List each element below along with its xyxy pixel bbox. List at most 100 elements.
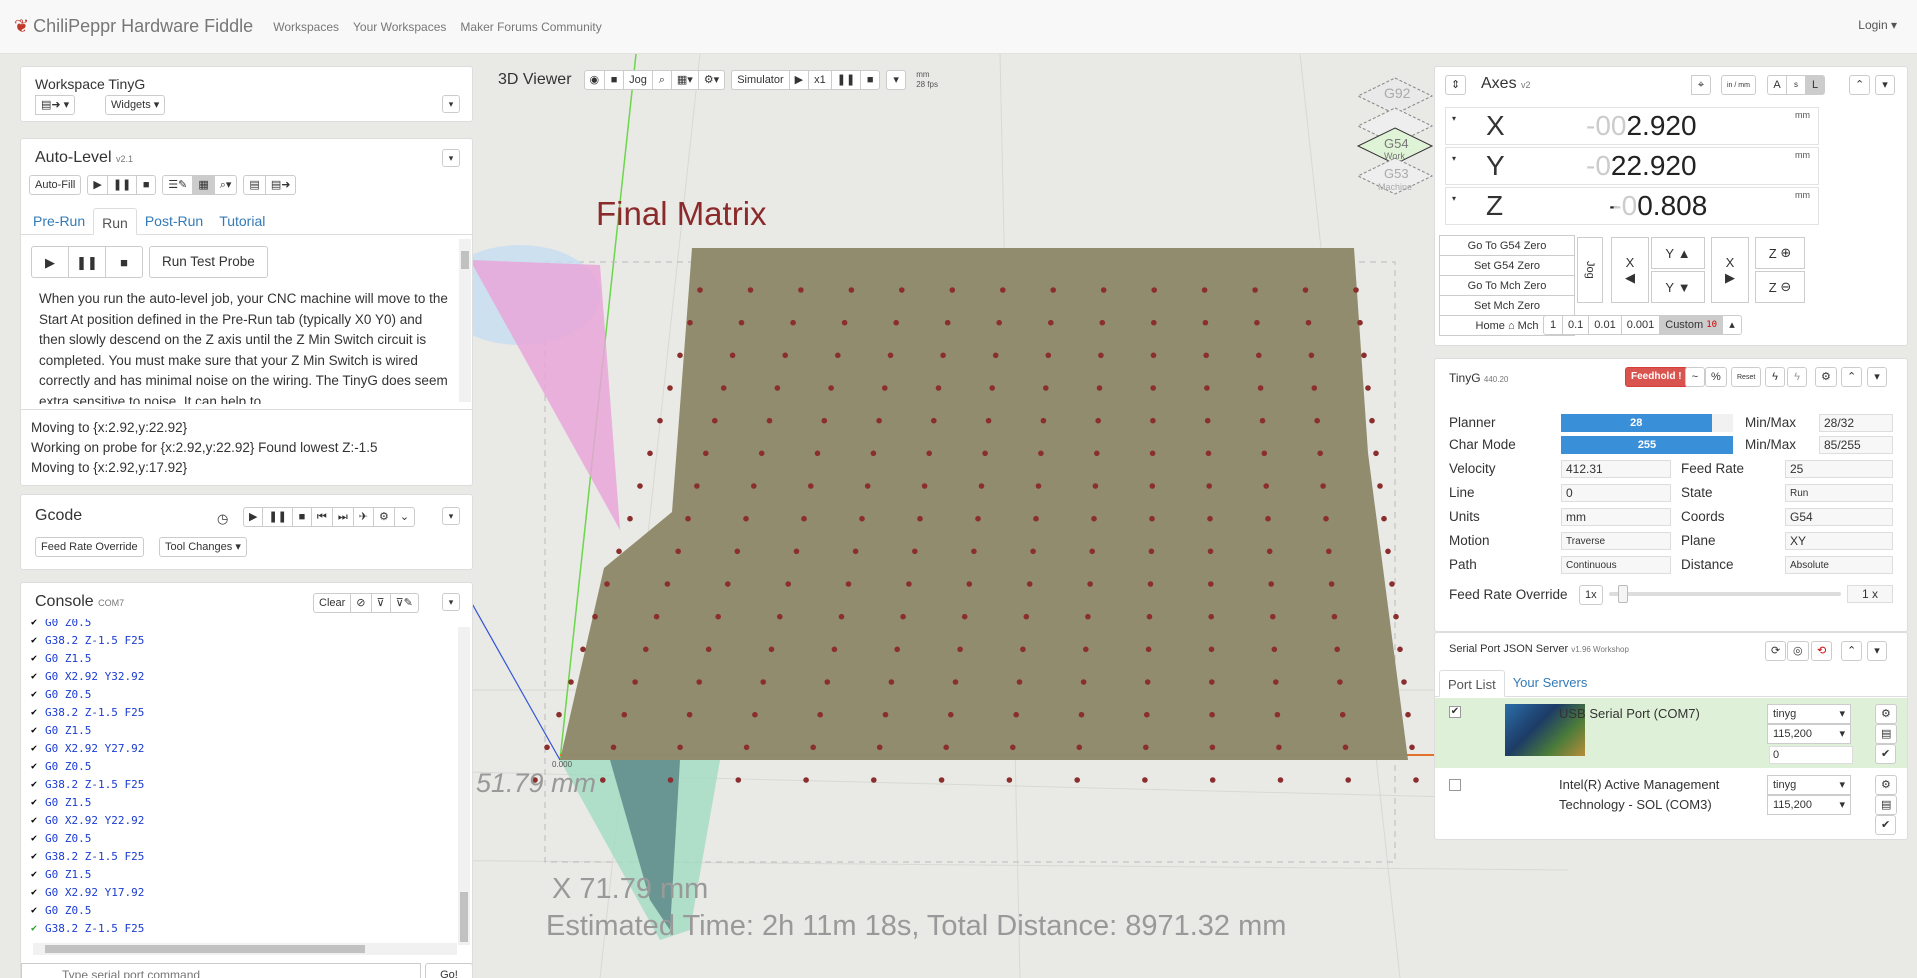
tinyg-menu-icon[interactable]: ▾ [1867,367,1887,387]
gcode-play-icon[interactable]: ▶ [243,507,264,527]
port-com3-check-icon[interactable]: ✔ [1875,815,1897,835]
console-filter-edit-icon[interactable]: ⊽✎ [389,593,419,613]
step-0.001-button[interactable]: 0.001 [1620,315,1661,335]
step-0.1-button[interactable]: 0.1 [1562,315,1590,335]
feedhold-button[interactable]: Feedhold ! [1625,367,1688,387]
restart-icon[interactable]: ⟲ [1811,641,1833,661]
al-play-icon[interactable]: ▶ [87,175,108,195]
axis-z-caret-icon[interactable]: ▾ [1452,194,1456,203]
reset-button[interactable]: Reset [1731,367,1762,387]
grid-menu-icon[interactable]: ▦▾ [670,70,699,90]
refresh-icon[interactable]: ⟳ [1765,641,1787,661]
nav-your-workspaces[interactable]: Your Workspaces [353,20,446,34]
gcode-stop-icon[interactable]: ■ [291,507,312,527]
percent-button[interactable]: % [1705,367,1727,387]
camera-icon[interactable]: ■ [604,70,625,90]
gcode-next-icon[interactable]: ⏭ [331,507,354,527]
autolevel-menu-icon[interactable]: ▾ [442,149,460,167]
jog-x-plus-button[interactable]: X ▶ [1711,237,1749,303]
jog-y-minus-button[interactable]: Y ▼ [1651,271,1705,303]
console-command-input[interactable] [21,963,421,978]
axes-a-button[interactable]: A [1767,75,1787,95]
tool-changes-button[interactable]: Tool Changes ▾ [159,537,247,557]
jog-x-minus-button[interactable]: X ◀ [1611,237,1649,303]
al-export-icon[interactable]: ▤➜ [264,175,297,195]
viewer-menu-button[interactable]: ▾ [886,70,907,90]
port-com3-gear-icon[interactable]: ⚙ [1875,775,1897,795]
jog-toggle[interactable]: Jog [1577,237,1603,303]
console-vscroll[interactable] [458,627,470,945]
port-com3-baud-select[interactable]: 115,200 ▾ [1767,795,1851,815]
gcode-gear-icon[interactable]: ⚙ [372,507,395,527]
axis-x-caret-icon[interactable]: ▾ [1452,114,1456,123]
tab-post-run[interactable]: Post-Run [137,207,211,234]
tilde-button[interactable]: ~ [1685,367,1705,387]
fro-slider[interactable] [1609,585,1841,603]
axes-pin-icon[interactable]: ⇕ [1445,75,1467,95]
gcode-chevron-icon[interactable]: ⌄ [393,507,416,527]
axis-y-caret-icon[interactable]: ▾ [1452,154,1456,163]
workspace-menu-icon[interactable]: ▾ [442,95,460,113]
port-com3-buffer-select[interactable]: tinyg ▾ [1767,775,1851,795]
al-zoom-icon[interactable]: ⌕▾ [213,175,238,195]
port-com7-gear-icon[interactable]: ⚙ [1875,704,1897,724]
jog-z-plus-button[interactable]: Z ⊕ [1755,237,1805,269]
gear-menu-icon[interactable]: ⚙▾ [697,70,726,90]
run-scrollbar[interactable] [459,239,471,402]
sim-pause-icon[interactable]: ❚❚ [830,70,862,90]
port-com3-checkbox[interactable] [1449,779,1461,791]
tinyg-gear-icon[interactable]: ⚙ [1815,367,1837,387]
gcode-plane-icon[interactable]: ✈ [352,507,374,527]
run-pause-icon[interactable]: ❚❚ [68,246,106,278]
sim-stop-icon[interactable]: ■ [860,70,881,90]
axes-l-button[interactable]: L [1805,75,1825,95]
view-cube-icon[interactable]: G92 G54 Work G53 Machine [1354,76,1436,206]
bolt-icon[interactable]: ϟ [1765,367,1785,387]
port-com3-log-icon[interactable]: ▤ [1875,795,1898,815]
al-table-icon[interactable]: ▤ [243,175,266,195]
axes-target-icon[interactable]: ⌖ [1691,75,1711,95]
fro-reset-button[interactable]: 1x [1579,585,1603,605]
tab-run[interactable]: Run [93,208,137,235]
step-custom-button[interactable]: Custom 10 [1659,315,1724,335]
simulator-button[interactable]: Simulator [731,70,790,90]
axes-collapse-icon[interactable]: ⌃ [1849,75,1871,95]
port-com7-buffer-select[interactable]: tinyg ▾ [1767,704,1851,724]
nav-workspaces[interactable]: Workspaces [273,20,339,34]
console-filter-icon[interactable]: ⊽ [370,593,391,613]
tab-port-list[interactable]: Port List [1439,670,1505,697]
jog-button[interactable]: Jog [623,70,653,90]
sim-play-icon[interactable]: ▶ [788,70,810,90]
port-row-com3[interactable]: Intel(R) Active Management Technology - … [1435,771,1907,837]
gcode-pause-icon[interactable]: ❚❚ [262,507,293,527]
run-stop-icon[interactable]: ■ [105,246,143,278]
serial-menu-icon[interactable]: ▾ [1867,641,1887,661]
port-com7-checkbox[interactable]: ✔ [1449,706,1461,718]
tinyg-collapse-icon[interactable]: ⌃ [1841,367,1863,387]
workspace-file-button[interactable]: ▤➜ ▾ [35,95,76,115]
console-hscroll[interactable] [33,943,457,955]
eye-icon[interactable]: ◉ [583,70,606,90]
console-clear-button[interactable]: Clear [313,593,352,613]
set-g54-zero-button[interactable]: Set G54 Zero [1439,255,1575,276]
port-com7-baud-select[interactable]: 115,200 ▾ [1767,724,1851,744]
gcode-menu-icon[interactable]: ▾ [442,507,460,525]
serial-collapse-icon[interactable]: ⌃ [1841,641,1863,661]
step-1-button[interactable]: 1 [1543,315,1563,335]
run-play-icon[interactable]: ▶ [31,246,69,278]
widgets-button[interactable]: Widgets ▾ [105,95,166,115]
step-custom-up-icon[interactable]: ▴ [1722,315,1743,335]
run-test-probe-button[interactable]: Run Test Probe [149,246,268,278]
login-menu[interactable]: Login ▾ [1858,18,1897,32]
bolt-outline-icon[interactable]: ϟ [1787,367,1807,387]
gcode-prev-icon[interactable]: ⏮ [310,507,333,527]
axes-menu-icon[interactable]: ▾ [1875,75,1895,95]
brand[interactable]: ❦ ChiliPeppr Hardware Fiddle [14,16,253,37]
feed-rate-override-button[interactable]: Feed Rate Override [35,537,144,557]
in-mm-toggle[interactable]: in / mm [1721,75,1756,95]
port-com7-check-icon[interactable]: ✔ [1875,744,1897,764]
console-menu-icon[interactable]: ▾ [442,593,460,611]
console-send-button[interactable]: Go! [425,963,472,978]
axes-s-button[interactable]: s [1786,75,1806,95]
jog-y-plus-button[interactable]: Y ▲ [1651,237,1705,269]
